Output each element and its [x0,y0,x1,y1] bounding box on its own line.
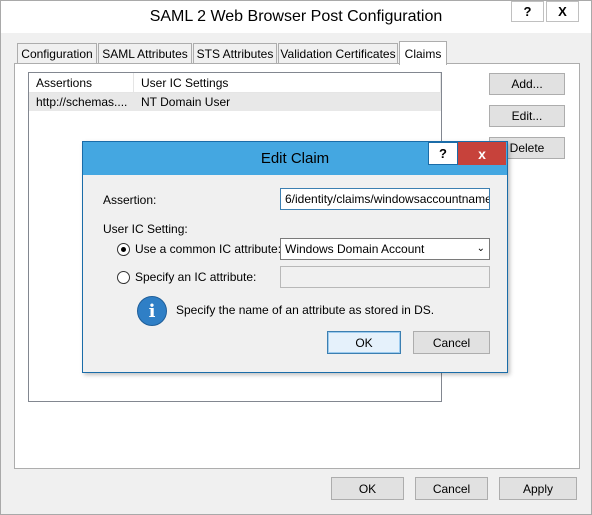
dialog-help-button[interactable]: ? [428,142,458,165]
ok-button[interactable]: OK [331,477,404,500]
tab-claims[interactable]: Claims [399,41,447,65]
list-item[interactable]: http://schemas.... NT Domain User [29,93,441,111]
info-text: Specify the name of an attribute as stor… [176,303,435,317]
column-header-assertions[interactable]: Assertions [29,73,134,93]
edit-button[interactable]: Edit... [489,105,565,127]
assertion-field[interactable]: 6/identity/claims/windowsaccountname [280,188,490,210]
window-title: SAML 2 Web Browser Post Configuration [149,8,443,25]
add-button[interactable]: Add... [489,73,565,95]
chevron-down-icon[interactable]: ⌄ [477,239,485,259]
close-button[interactable]: X [546,1,579,22]
radio-common-label[interactable]: Use a common IC attribute: [135,242,281,256]
radio-specify-attribute[interactable] [117,271,130,284]
info-icon: i [137,296,167,326]
help-button[interactable]: ? [511,1,544,22]
dialog-titlebar[interactable]: Edit Claim ? x [83,142,507,175]
tab-configuration[interactable]: Configuration [17,43,97,64]
common-attribute-select-value: Windows Domain Account [285,242,425,256]
dialog-ok-button[interactable]: OK [327,331,401,354]
specify-attribute-field[interactable] [280,266,490,288]
dialog-cancel-button[interactable]: Cancel [413,331,490,354]
assertion-label: Assertion: [103,193,157,207]
row-setting: NT Domain User [141,95,231,109]
row-assertion: http://schemas.... [36,95,128,109]
window-titlebar[interactable]: SAML 2 Web Browser Post Configuration ? … [1,1,591,33]
user-ic-setting-label: User IC Setting: [103,222,188,236]
edit-claim-dialog: Edit Claim ? x Assertion: 6/identity/cla… [82,141,508,373]
tab-validation-certificates[interactable]: Validation Certificates [278,43,398,64]
radio-specify-label[interactable]: Specify an IC attribute: [135,270,256,284]
tab-sts-attributes[interactable]: STS Attributes [193,43,277,64]
apply-button[interactable]: Apply [499,477,577,500]
radio-common-attribute[interactable] [117,243,130,256]
tab-saml-attributes[interactable]: SAML Attributes [98,43,192,64]
common-attribute-select[interactable]: Windows Domain Account ⌄ [280,238,490,260]
dialog-close-button[interactable]: x [458,142,506,165]
column-header-user-ic-settings[interactable]: User IC Settings [134,73,441,93]
cancel-button[interactable]: Cancel [415,477,488,500]
